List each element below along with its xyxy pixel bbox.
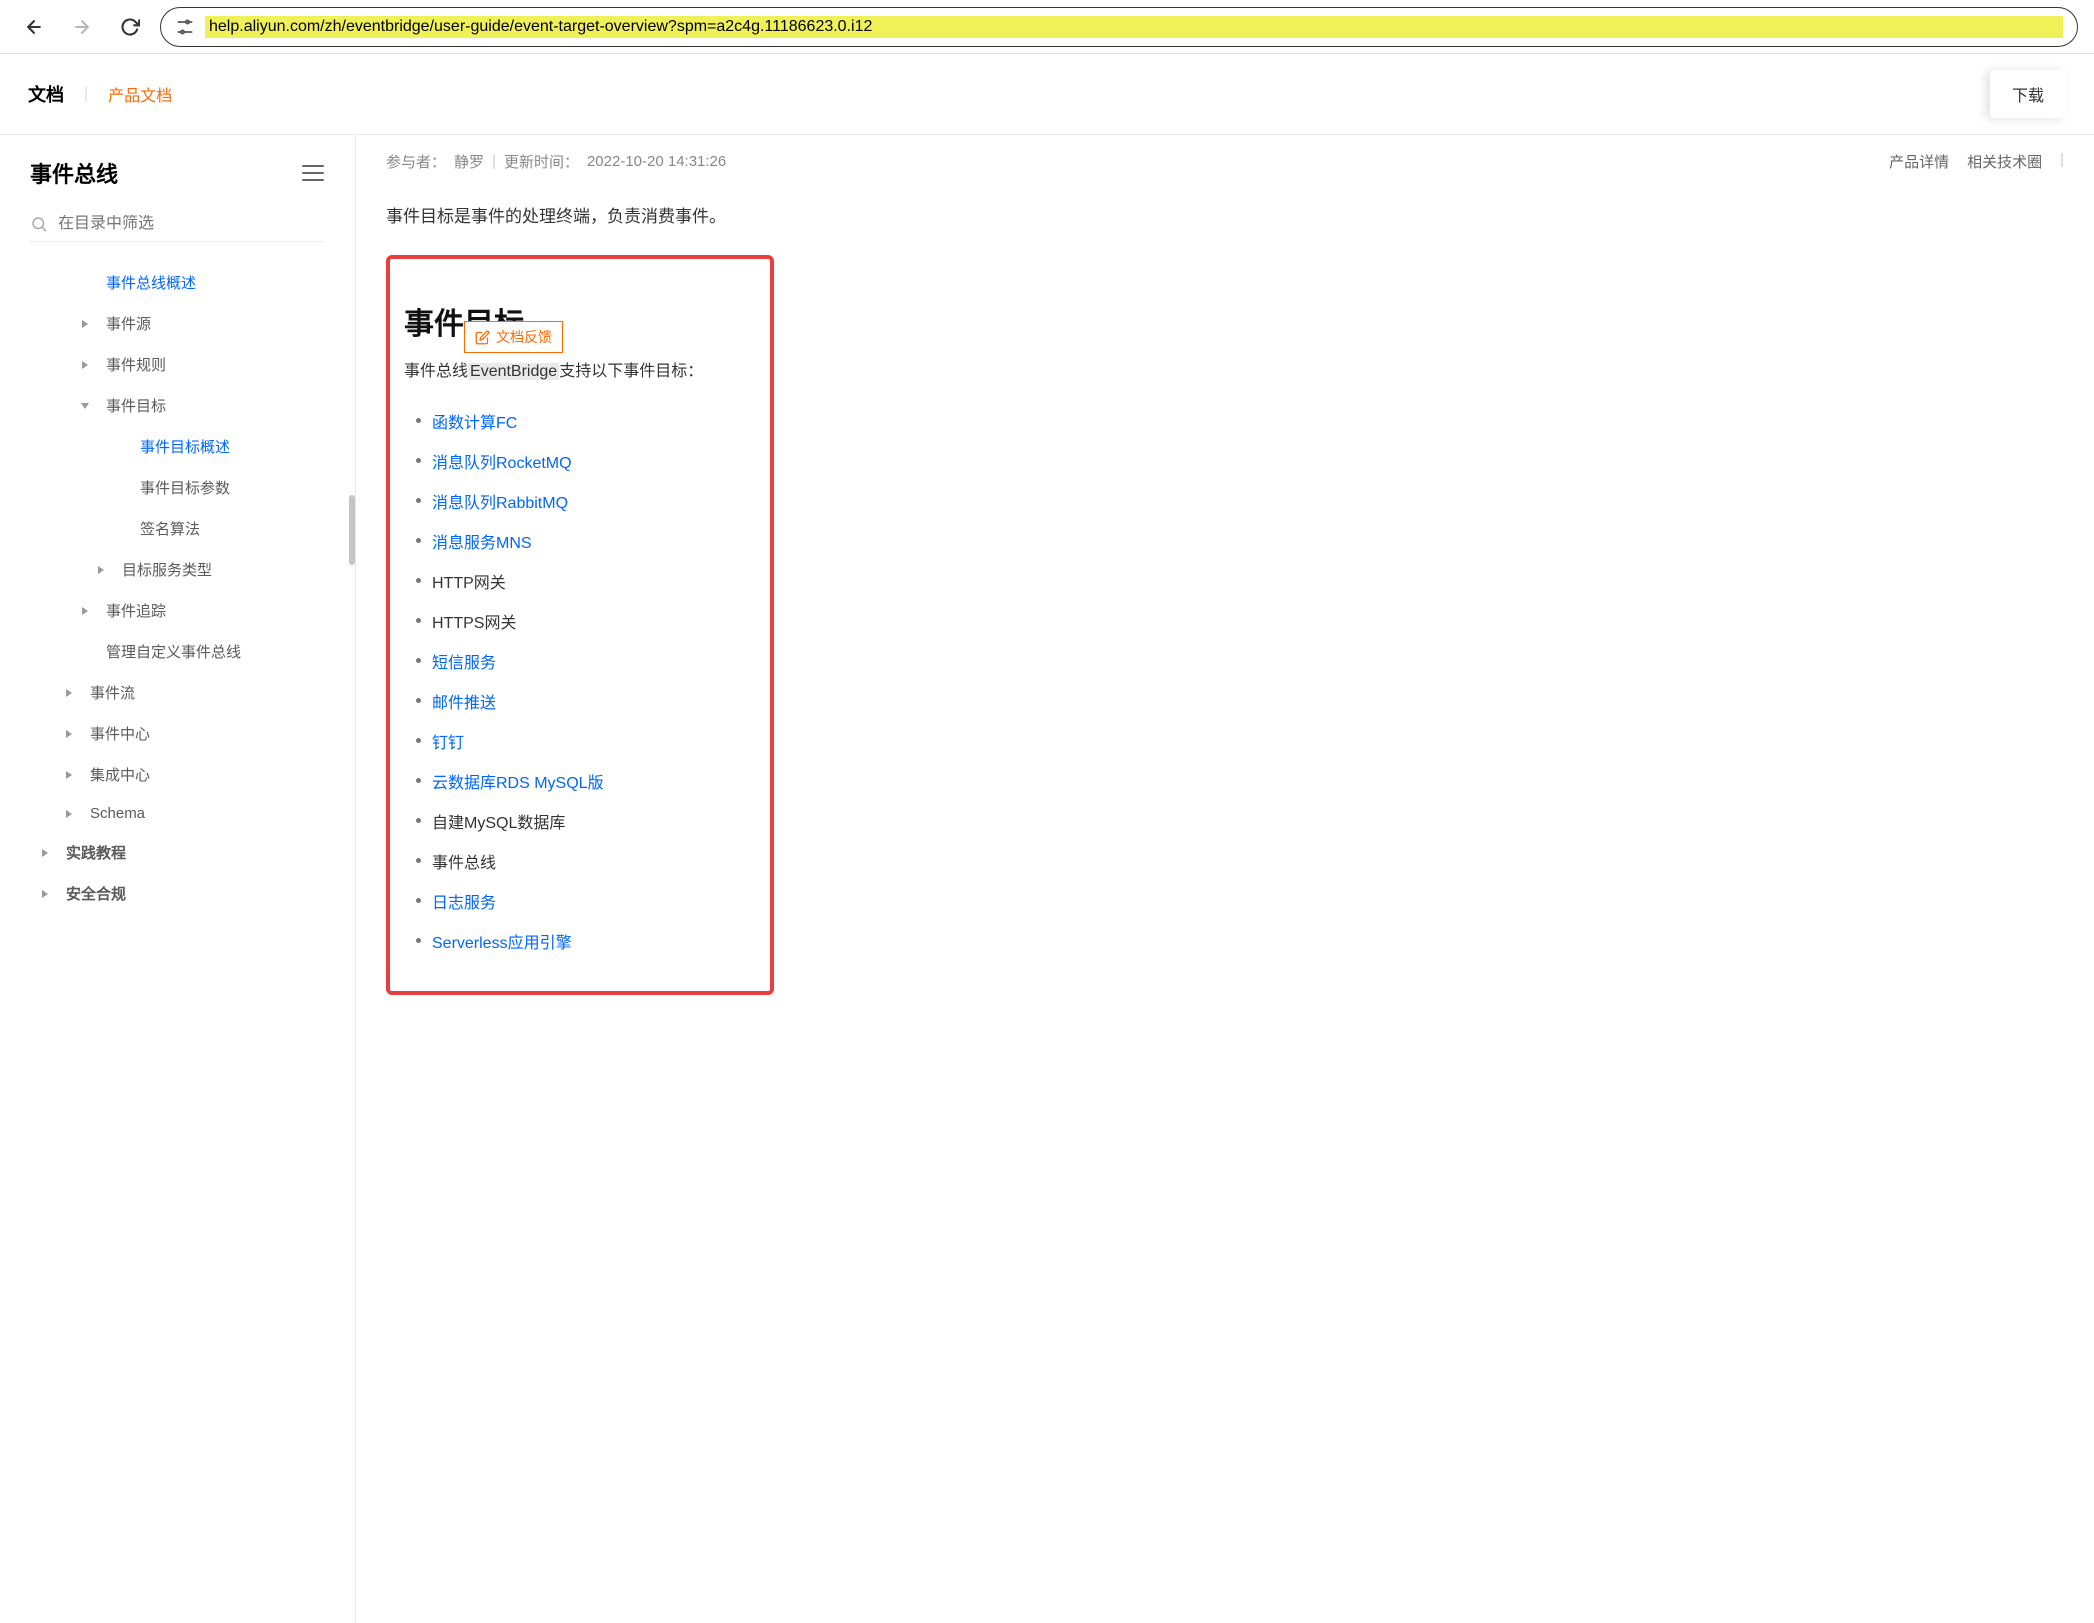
header-bar: 文档 | 产品文档 下载 <box>0 54 2094 135</box>
meta-row: 参与者： 静罗 | 更新时间： 2022-10-20 14:31:26 产品详情… <box>386 151 2064 172</box>
url-input[interactable] <box>205 16 2063 38</box>
nav-item-6[interactable]: 签名算法 <box>0 508 355 549</box>
main-content: 参与者： 静罗 | 更新时间： 2022-10-20 14:31:26 产品详情… <box>356 135 2094 1623</box>
nav-item-label: 事件中心 <box>90 723 150 744</box>
nav-item-label: 管理自定义事件总线 <box>106 641 241 662</box>
arrow-right-icon <box>72 17 92 37</box>
nav-item-label: 目标服务类型 <box>122 559 212 580</box>
site-settings-icon[interactable] <box>175 17 195 37</box>
chevron-right-icon <box>96 565 112 575</box>
nav-item-label: 事件追踪 <box>106 600 166 621</box>
nav-item-label: 事件规则 <box>106 354 166 375</box>
browser-toolbar <box>0 0 2094 54</box>
chevron-down-icon <box>80 401 96 411</box>
header-product-docs-link[interactable]: 产品文档 <box>108 82 172 106</box>
nav-item-label: 安全合规 <box>66 883 126 904</box>
nav-item-label: 签名算法 <box>140 518 200 539</box>
download-button[interactable]: 下载 <box>1990 70 2066 118</box>
product-details-link[interactable]: 产品详情 <box>1889 151 1949 172</box>
sidebar: 事件总线 事件总线概述事件源事件规则事件目标事件目标概述事件目标参数签名算法目标… <box>0 135 356 1623</box>
updated-time: 2022-10-20 14:31:26 <box>587 153 726 170</box>
nav-item-10[interactable]: 事件流 <box>0 672 355 713</box>
chevron-right-icon <box>64 688 80 698</box>
nav-item-label: 事件源 <box>106 313 151 334</box>
nav-item-label: 实践教程 <box>66 842 126 863</box>
target-item-4: HTTP网关 <box>432 561 756 601</box>
contributor-label: 参与者： <box>386 151 446 172</box>
intro-text: 事件目标是事件的处理终端，负责消费事件。 <box>386 202 2064 227</box>
back-button[interactable] <box>16 9 52 45</box>
nav-item-label: 事件流 <box>90 682 135 703</box>
nav-item-8[interactable]: 事件追踪 <box>0 590 355 631</box>
sidebar-toggle-icon[interactable] <box>301 164 325 182</box>
forward-button[interactable] <box>64 9 100 45</box>
chevron-right-icon <box>80 606 96 616</box>
nav-item-0[interactable]: 事件总线概述 <box>0 262 355 303</box>
target-item-1[interactable]: 消息队列RocketMQ <box>432 441 756 481</box>
sidebar-title: 事件总线 <box>30 157 118 189</box>
edit-icon <box>475 330 490 345</box>
target-item-0[interactable]: 函数计算FC <box>432 401 756 441</box>
target-item-3[interactable]: 消息服务MNS <box>432 521 756 561</box>
nav-item-label: 事件目标概述 <box>140 436 230 457</box>
chevron-right-icon <box>64 770 80 780</box>
nav-item-15[interactable]: 安全合规 <box>0 873 355 914</box>
target-item-13[interactable]: Serverless应用引擎 <box>432 921 756 961</box>
nav-item-label: Schema <box>90 805 145 822</box>
header-docs-label[interactable]: 文档 <box>28 81 64 107</box>
arrow-left-icon <box>24 17 44 37</box>
chevron-right-icon <box>64 729 80 739</box>
target-item-2[interactable]: 消息队列RabbitMQ <box>432 481 756 521</box>
target-item-9[interactable]: 云数据库RDS MySQL版 <box>432 761 756 801</box>
target-item-8[interactable]: 钉钉 <box>432 721 756 761</box>
meta-separator: | <box>492 153 496 170</box>
sidebar-search[interactable] <box>30 207 325 242</box>
sidebar-search-input[interactable] <box>58 215 325 233</box>
target-item-5: HTTPS网关 <box>432 601 756 641</box>
meta-right-separator: | <box>2060 151 2064 172</box>
search-icon <box>30 215 48 233</box>
chevron-right-icon <box>80 360 96 370</box>
nav-item-label: 集成中心 <box>90 764 150 785</box>
reload-button[interactable] <box>112 9 148 45</box>
nav-item-2[interactable]: 事件规则 <box>0 344 355 385</box>
nav-item-1[interactable]: 事件源 <box>0 303 355 344</box>
header-separator: | <box>84 85 88 103</box>
feedback-button[interactable]: 文档反馈 <box>464 321 563 353</box>
target-item-6[interactable]: 短信服务 <box>432 641 756 681</box>
nav-tree: 事件总线概述事件源事件规则事件目标事件目标概述事件目标参数签名算法目标服务类型事… <box>0 262 355 914</box>
feedback-label: 文档反馈 <box>496 327 552 347</box>
nav-item-label: 事件目标参数 <box>140 477 230 498</box>
updated-label: 更新时间： <box>504 151 579 172</box>
section-title: 事件目标 <box>404 299 756 343</box>
support-text: 事件总线EventBridge支持以下事件目标： <box>404 357 756 381</box>
nav-item-7[interactable]: 目标服务类型 <box>0 549 355 590</box>
nav-item-label: 事件目标 <box>106 395 166 416</box>
chevron-right-icon <box>40 848 56 858</box>
scrollbar-thumb[interactable] <box>349 495 355 565</box>
nav-item-11[interactable]: 事件中心 <box>0 713 355 754</box>
target-item-12[interactable]: 日志服务 <box>432 881 756 921</box>
related-tech-link[interactable]: 相关技术圈 <box>1967 151 2042 172</box>
nav-item-label: 事件总线概述 <box>106 272 196 293</box>
target-item-7[interactable]: 邮件推送 <box>432 681 756 721</box>
nav-item-5[interactable]: 事件目标参数 <box>0 467 355 508</box>
chevron-right-icon <box>80 319 96 329</box>
nav-item-12[interactable]: 集成中心 <box>0 754 355 795</box>
target-item-11: 事件总线 <box>432 841 756 881</box>
contributor-name: 静罗 <box>454 151 484 172</box>
nav-item-4[interactable]: 事件目标概述 <box>0 426 355 467</box>
chevron-right-icon <box>64 809 80 819</box>
highlighted-section: 事件目标 文档反馈 事件总线EventBridge支持以下事件目标： 函数计算F… <box>386 255 774 995</box>
nav-item-9[interactable]: 管理自定义事件总线 <box>0 631 355 672</box>
url-bar[interactable] <box>160 7 2078 47</box>
chevron-right-icon <box>40 889 56 899</box>
target-item-10: 自建MySQL数据库 <box>432 801 756 841</box>
nav-item-13[interactable]: Schema <box>0 795 355 832</box>
nav-item-3[interactable]: 事件目标 <box>0 385 355 426</box>
nav-item-14[interactable]: 实践教程 <box>0 832 355 873</box>
reload-icon <box>120 17 140 37</box>
target-list: 函数计算FC消息队列RocketMQ消息队列RabbitMQ消息服务MNSHTT… <box>404 401 756 961</box>
